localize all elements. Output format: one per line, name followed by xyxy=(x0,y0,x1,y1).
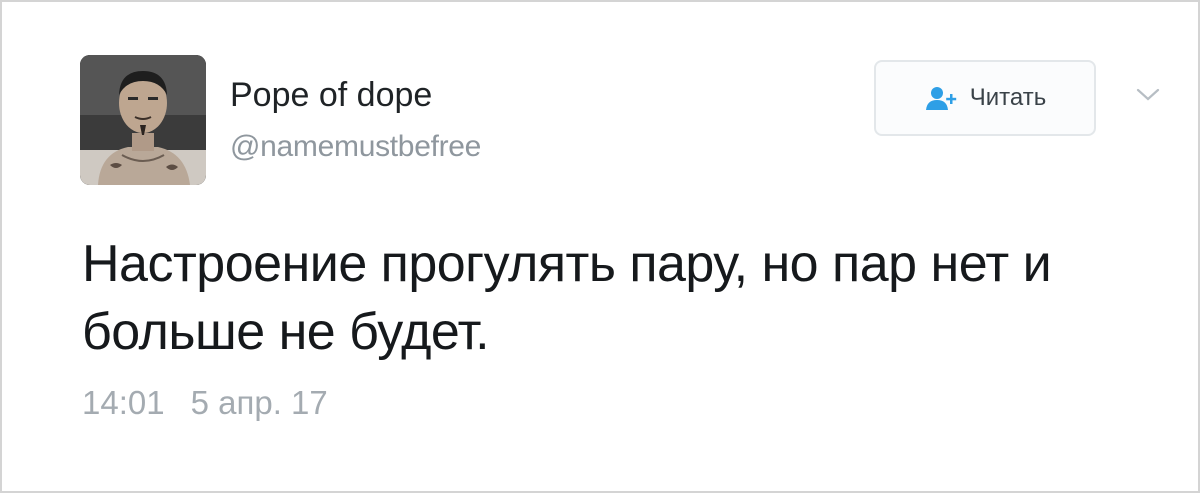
follow-button[interactable]: Читать xyxy=(874,60,1096,136)
chevron-down-icon xyxy=(1136,88,1160,101)
author-username[interactable]: @namemustbefree xyxy=(230,129,481,165)
tweet-timestamp[interactable]: 14:01 5 апр. 17 xyxy=(82,383,328,423)
tweet-text: Настроение прогулять пару, но пар нет и … xyxy=(82,235,1052,361)
add-user-icon xyxy=(925,87,956,110)
tweet-menu-button[interactable] xyxy=(1135,86,1161,104)
author-display-name[interactable]: Pope of dope xyxy=(230,75,432,115)
follow-button-label: Читать xyxy=(969,84,1047,111)
tweet-date: 5 апр. 17 xyxy=(190,384,328,421)
tweet-time: 14:01 xyxy=(82,384,165,421)
avatar-image xyxy=(80,55,206,185)
tweet-card: Pope of dope @namemustbefree Читать Наст… xyxy=(0,0,1200,493)
author-avatar[interactable] xyxy=(80,55,206,185)
